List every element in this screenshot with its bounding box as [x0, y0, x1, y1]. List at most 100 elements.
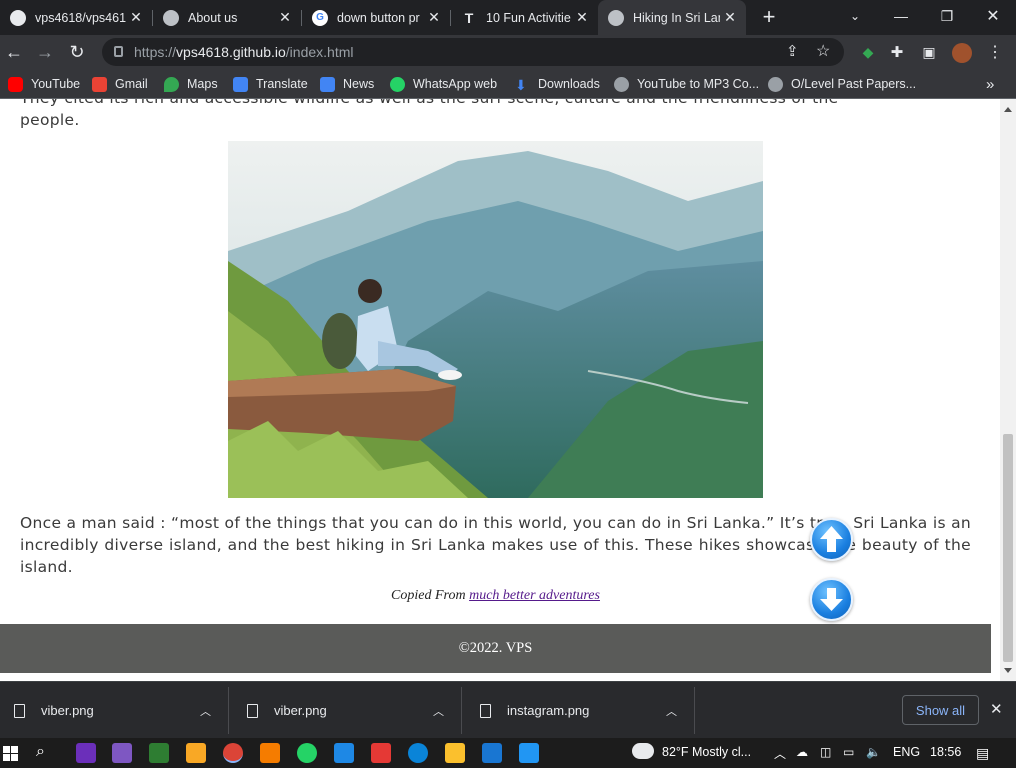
onedrive-icon[interactable]: ☁	[796, 745, 808, 759]
tab-github[interactable]: vps4618/vps461 ✕	[0, 0, 152, 35]
weather-text[interactable]: 82°F Mostly cl...	[662, 745, 751, 759]
close-icon[interactable]: ✕	[424, 9, 444, 26]
hiker-photo-illustration	[228, 141, 763, 498]
file-icon	[480, 703, 491, 718]
restore-button[interactable]: ❐	[924, 0, 970, 32]
close-window-button[interactable]: ✕	[970, 0, 1016, 32]
chevron-up-icon[interactable]: ︿	[666, 703, 677, 719]
tray-app-icon[interactable]: ◫	[820, 745, 831, 759]
extension-icon[interactable]: ◆	[855, 39, 881, 65]
whatsapp-icon[interactable]	[297, 743, 317, 763]
scrollbar-thumb[interactable]	[1003, 434, 1013, 662]
visual-studio-alt-icon[interactable]	[112, 743, 132, 763]
globe-icon	[608, 9, 624, 26]
close-icon[interactable]: ✕	[126, 9, 146, 26]
chevron-up-icon[interactable]: ︿	[433, 703, 444, 719]
tab-google-search[interactable]: G down button pr ✕	[302, 0, 450, 35]
page-scrollbar[interactable]	[1000, 99, 1016, 681]
menu-kebab-icon[interactable]: ⋮	[982, 39, 1008, 65]
tab-about-us[interactable]: About us ✕	[153, 0, 301, 35]
bookmark-maps[interactable]: Maps	[164, 75, 218, 93]
bookmark-gmail[interactable]: Gmail	[92, 75, 148, 93]
download-filename: viber.png	[274, 703, 327, 718]
bookmark-downloads[interactable]: ⬇ Downloads	[515, 75, 600, 93]
page-viewport: They cited its rich and accessible wildl…	[0, 99, 1000, 681]
volume-icon[interactable]: 🔈	[866, 745, 881, 759]
show-all-downloads-button[interactable]: Show all	[902, 695, 979, 725]
arrow-down-icon	[820, 588, 843, 611]
bookmark-whatsapp[interactable]: WhatsApp web	[390, 75, 497, 93]
gmail-icon	[92, 76, 107, 92]
extensions-puzzle-icon[interactable]: ✚	[884, 39, 910, 65]
site-t-icon: T	[464, 9, 474, 26]
office-icon[interactable]	[371, 743, 391, 763]
news-icon	[320, 76, 335, 92]
scroll-up-arrow-icon[interactable]	[1004, 107, 1012, 112]
scroll-up-button[interactable]	[810, 518, 853, 561]
download-filename: instagram.png	[507, 703, 590, 718]
tab-search-icon[interactable]: ⌄	[832, 0, 878, 32]
app-icon[interactable]	[149, 743, 169, 763]
chevron-up-icon[interactable]: ︿	[200, 703, 211, 719]
profile-avatar[interactable]	[952, 43, 972, 63]
close-icon[interactable]: ✕	[572, 9, 592, 26]
bookmark-youtube-mp3[interactable]: YouTube to MP3 Co...	[614, 75, 759, 93]
close-download-shelf-icon[interactable]: ✕	[990, 700, 1003, 718]
download-item[interactable]: instagram.png ︿	[480, 682, 694, 739]
bookmarks-bar: YouTube Gmail Maps Translate News WhatsA…	[0, 69, 1016, 99]
vscode-icon[interactable]	[519, 743, 539, 763]
close-icon[interactable]: ✕	[720, 9, 740, 26]
new-tab-button[interactable]: +	[756, 4, 782, 30]
globe-icon	[768, 76, 783, 92]
close-icon[interactable]: ✕	[275, 9, 295, 26]
bookmark-news[interactable]: News	[320, 75, 374, 93]
tab-hiking-sri-lanka[interactable]: Hiking In Sri Lan ✕	[598, 0, 746, 35]
download-item[interactable]: viber.png ︿	[247, 682, 461, 739]
bookmark-star-icon[interactable]: ☆	[816, 41, 830, 61]
xampp-icon[interactable]	[260, 743, 280, 763]
tab-fun-activities[interactable]: T 10 Fun Activitie ✕	[451, 0, 598, 35]
translate-icon	[233, 76, 248, 92]
store-icon[interactable]	[445, 743, 465, 763]
edge-icon[interactable]	[408, 743, 428, 763]
chrome-icon[interactable]	[223, 743, 243, 763]
language-indicator[interactable]: ENG	[893, 745, 920, 759]
globe-icon	[614, 76, 629, 92]
reload-button[interactable]: ↻	[64, 39, 90, 65]
hiker-mountain-photo	[228, 141, 763, 498]
source-credit-prefix: Copied From	[391, 588, 466, 603]
search-icon[interactable]: ⌕	[36, 743, 45, 761]
minimize-button[interactable]: —	[878, 0, 924, 32]
google-icon: G	[312, 9, 328, 26]
intro-paragraph-end: people.	[20, 111, 80, 129]
network-icon[interactable]: ▭	[843, 745, 854, 759]
app-icon[interactable]	[334, 743, 354, 763]
back-button[interactable]: ←	[1, 39, 27, 65]
scroll-down-arrow-icon[interactable]	[1004, 668, 1012, 673]
bookmark-olevel-papers[interactable]: O/Level Past Papers...	[768, 75, 916, 93]
bookmarks-overflow-icon[interactable]: »	[986, 75, 994, 93]
url-text: https://vps4618.github.io/index.html	[134, 44, 354, 60]
lock-icon	[114, 46, 123, 57]
bookmark-youtube[interactable]: YouTube	[8, 75, 80, 93]
github-icon	[10, 9, 26, 26]
source-link[interactable]: much better adventures	[469, 588, 600, 603]
download-item[interactable]: viber.png ︿	[14, 682, 228, 739]
tab-title: Hiking In Sri Lan	[633, 10, 720, 25]
clock[interactable]: 18:56	[930, 745, 961, 759]
tab-title: down button pr	[337, 10, 420, 25]
file-explorer-icon[interactable]	[186, 743, 206, 763]
forward-button[interactable]: →	[32, 39, 58, 65]
download-icon: ⬇	[515, 76, 527, 93]
visual-studio-icon[interactable]	[76, 743, 96, 763]
bookmark-translate[interactable]: Translate	[233, 75, 308, 93]
windows-start-icon[interactable]	[3, 746, 18, 761]
side-panel-icon[interactable]: ▣	[916, 39, 942, 65]
notifications-icon[interactable]: ▤	[976, 745, 989, 762]
address-bar[interactable]: https://vps4618.github.io/index.html ⇪ ☆	[102, 38, 844, 66]
share-icon[interactable]: ⇪	[786, 42, 799, 60]
tray-chevron-icon[interactable]: ︿	[774, 745, 786, 762]
mail-icon[interactable]	[482, 743, 502, 763]
tab-title: vps4618/vps461	[35, 10, 126, 25]
scroll-down-button[interactable]	[810, 578, 853, 621]
